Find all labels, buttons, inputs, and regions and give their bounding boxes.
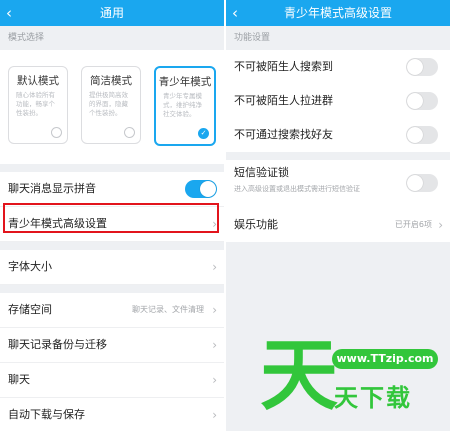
radio-icon[interactable] (51, 127, 62, 138)
watermark-text: 天下载 (334, 384, 412, 412)
no-stranger-search-toggle[interactable] (406, 58, 438, 76)
mode-card-teen[interactable]: 青少年模式 青少年专属模式，维护纯净社交体验。 ✓ (154, 66, 216, 146)
chevron-right-icon: › (212, 260, 217, 274)
radio-icon[interactable] (124, 127, 135, 138)
mode-title: 青少年模式 (158, 76, 212, 88)
page-title: 青少年模式高级设置 (283, 6, 392, 20)
mode-title: 简洁模式 (90, 75, 132, 87)
chat-label: 聊天 (8, 373, 30, 386)
no-stranger-search-label: 不可被陌生人搜索到 (234, 60, 333, 73)
no-search-friend-label: 不可通过搜索找好友 (234, 128, 333, 141)
backup-row[interactable]: 聊天记录备份与迁移 › (0, 328, 224, 363)
mode-card-simple[interactable]: 简洁模式 提供极简高效的界面，隐藏个性装扮。 (81, 66, 141, 144)
no-stranger-group-label: 不可被陌生人拉进群 (234, 94, 333, 107)
highlight-box (3, 203, 219, 233)
chat-row[interactable]: 聊天 › (0, 363, 224, 398)
check-icon[interactable]: ✓ (198, 128, 209, 139)
mode-selector: 默认模式 随心体验所有功能，畅享个性装扮。 简洁模式 提供极简高效的界面，隐藏个… (0, 50, 224, 164)
storage-label: 存储空间 (8, 303, 52, 316)
mode-desc: 随心体验所有功能，畅享个性装扮。 (16, 91, 55, 117)
watermark-logo-char: 天 (260, 331, 339, 421)
entertainment-hint: 已开启6项 (394, 220, 432, 229)
sms-lock-toggle[interactable] (406, 174, 438, 192)
chevron-right-icon: › (212, 408, 217, 422)
nav-bar: ‹ 青少年模式高级设置 (226, 0, 450, 26)
no-search-friend-row: 不可通过搜索找好友 (226, 118, 450, 152)
font-size-row[interactable]: 字体大小 › (0, 250, 224, 285)
entertainment-label: 娱乐功能 (234, 218, 278, 231)
storage-row[interactable]: 存储空间 聊天记录、文件清理 › (0, 293, 224, 328)
storage-hint: 聊天记录、文件清理 (132, 305, 204, 314)
feature-section-label: 功能设置 (234, 33, 271, 43)
auto-download-label: 自动下载与保存 (8, 408, 85, 421)
pinyin-row: 聊天消息显示拼音 (0, 172, 224, 207)
pinyin-label: 聊天消息显示拼音 (8, 182, 96, 195)
entertainment-row[interactable]: 娱乐功能 已开启6项 › (226, 208, 450, 242)
backup-label: 聊天记录备份与迁移 (8, 338, 107, 351)
chevron-right-icon: › (212, 373, 217, 387)
mode-section-label: 模式选择 (8, 33, 45, 43)
mode-card-default[interactable]: 默认模式 随心体验所有功能，畅享个性装扮。 (8, 66, 68, 144)
nav-bar: ‹ 通用 (0, 0, 224, 26)
sms-lock-label: 短信验证锁 (234, 166, 289, 179)
auto-download-row[interactable]: 自动下载与保存 › (0, 398, 224, 431)
chevron-right-icon: › (212, 303, 217, 317)
page-title: 通用 (99, 6, 124, 20)
no-stranger-group-toggle[interactable] (406, 92, 438, 110)
no-stranger-group-row: 不可被陌生人拉进群 (226, 84, 450, 118)
general-settings-panel: ‹ 通用 模式选择 默认模式 随心体验所有功能，畅享个性装扮。 简洁模式 提供极… (0, 0, 224, 431)
pinyin-toggle[interactable] (185, 180, 217, 198)
chevron-right-icon: › (212, 338, 217, 352)
mode-desc: 青少年专属模式，维护纯净社交体验。 (163, 92, 202, 118)
sms-lock-sublabel: 进入高级设置或退出模式需进行短信验证 (234, 185, 360, 193)
no-stranger-search-row: 不可被陌生人搜索到 (226, 50, 450, 84)
mode-desc: 提供极简高效的界面，隐藏个性装扮。 (89, 91, 128, 117)
site-watermark: 天 www.TTzip.com 天下载 (260, 330, 450, 431)
chevron-right-icon: › (438, 218, 443, 232)
font-size-label: 字体大小 (8, 260, 52, 273)
no-search-friend-toggle[interactable] (406, 126, 438, 144)
sms-lock-row: 短信验证锁 进入高级设置或退出模式需进行短信验证 (226, 160, 450, 208)
watermark-url: www.TTzip.com (332, 349, 438, 369)
mode-title: 默认模式 (17, 75, 59, 87)
